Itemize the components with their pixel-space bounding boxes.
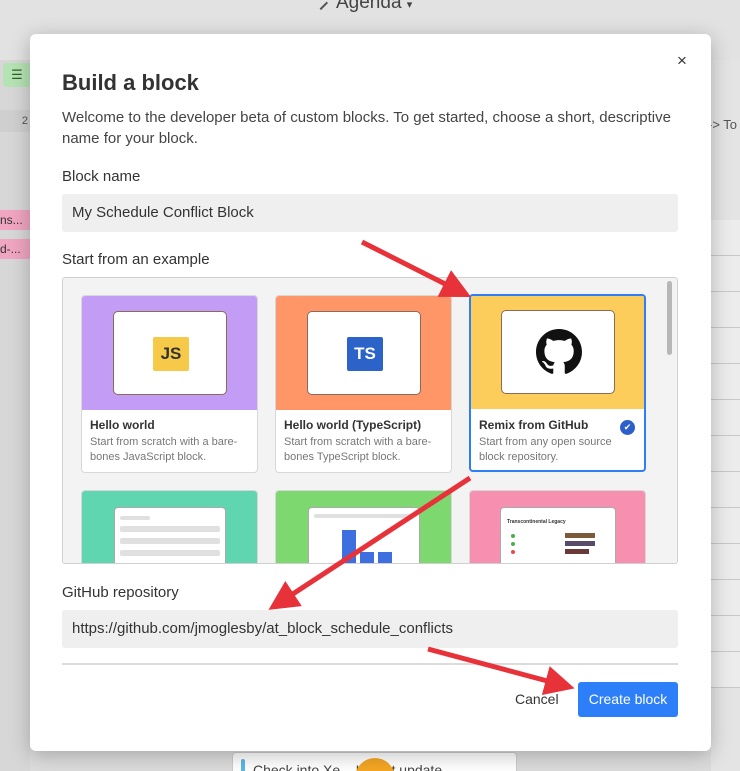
preview-image [565, 549, 589, 554]
example-gallery[interactable]: JS Hello world Start from scratch with a… [62, 277, 678, 564]
card-description: Start from scratch with a bare-bones Jav… [90, 436, 238, 463]
grid-cell [711, 544, 740, 580]
card-banner [471, 296, 644, 409]
card-description: Start from any open source block reposit… [479, 436, 612, 463]
chevron-down-icon: ▾ [406, 0, 413, 11]
preview-thumbnail [114, 507, 226, 563]
pencil-icon [313, 0, 329, 11]
record-pill[interactable]: d-... [0, 239, 30, 259]
grid-cell [711, 220, 740, 256]
checkmark-icon: ✔ [620, 420, 635, 435]
row-number: 2 [0, 110, 30, 132]
example-card-hello-world[interactable]: JS Hello world Start from scratch with a… [81, 295, 258, 473]
block-name-input[interactable]: My Schedule Conflict Block [62, 194, 678, 232]
chart-thumbnail [308, 507, 420, 563]
record-pill[interactable]: ns... [0, 210, 30, 230]
example-card-preview[interactable] [81, 490, 258, 563]
example-card-hello-world-typescript[interactable]: TS Hello world (TypeScript) Start from s… [275, 295, 452, 473]
card-title: Hello world [90, 418, 155, 432]
preview-line [120, 526, 220, 532]
preview-bar [378, 552, 392, 563]
typescript-icon: TS [347, 337, 383, 371]
table-thumbnail: Transcontinental Legacy [500, 507, 616, 563]
card-banner [276, 491, 451, 563]
block-name-label: Block name [62, 168, 141, 185]
grid-cell [711, 436, 740, 472]
divider [62, 663, 678, 665]
build-block-dialog: × Build a block Welcome to the developer… [30, 34, 711, 751]
app-title[interactable]: Agenda ▾ [313, 0, 413, 14]
status-dot [511, 550, 515, 554]
preview-line [120, 516, 150, 520]
preview-title: Transcontinental Legacy [507, 519, 566, 525]
grid-cell [711, 400, 740, 436]
preview-line [120, 538, 220, 544]
github-repository-label: GitHub repository [62, 584, 179, 601]
grid-cell [711, 364, 740, 400]
card-banner: Transcontinental Legacy [470, 491, 645, 563]
card-banner: JS [82, 296, 257, 410]
card-title: Remix from GitHub [479, 418, 589, 432]
card-title: Hello world (TypeScript) [284, 418, 422, 432]
card-tile: JS [113, 311, 227, 395]
github-repository-input[interactable]: https://github.com/jmoglesby/at_block_sc… [62, 610, 678, 648]
grid-cell [711, 292, 740, 328]
preview-image [565, 533, 595, 538]
preview-line [120, 550, 220, 556]
example-card-remix-from-github[interactable]: Remix from GitHub ✔ Start from any open … [469, 294, 646, 472]
status-dot [511, 542, 515, 546]
grid-cell [711, 256, 740, 292]
background-text: -> To [708, 117, 738, 132]
card-banner [82, 491, 257, 563]
example-card-preview[interactable]: Transcontinental Legacy [469, 490, 646, 563]
filter-icon[interactable]: ☰ [3, 63, 31, 87]
grid-cell [711, 472, 740, 508]
grid-cell [711, 616, 740, 652]
github-icon [536, 329, 582, 374]
grid-left-edge [0, 60, 30, 771]
grid-cell [711, 652, 740, 688]
card-tile [501, 310, 615, 394]
preview-line [314, 514, 414, 518]
card-color-bar [241, 759, 245, 771]
grid-cell [711, 328, 740, 364]
card-description: Start from scratch with a bare-bones Typ… [284, 436, 432, 463]
javascript-icon: JS [153, 337, 189, 371]
preview-bar [342, 530, 356, 563]
preview-bar [360, 552, 374, 563]
card-banner: TS [276, 296, 451, 410]
scrollbar[interactable] [667, 281, 672, 355]
close-icon[interactable]: × [672, 51, 692, 71]
dialog-title: Build a block [62, 70, 199, 95]
example-card-preview[interactable] [275, 490, 452, 563]
grid-cell [711, 580, 740, 616]
cancel-button[interactable]: Cancel [515, 691, 559, 707]
status-dot [511, 534, 515, 538]
grid-cell [711, 508, 740, 544]
dialog-description: Welcome to the developer beta of custom … [62, 109, 671, 147]
create-block-button[interactable]: Create block [578, 682, 678, 717]
card-tile: TS [307, 311, 421, 395]
examples-label: Start from an example [62, 251, 210, 268]
preview-image [565, 541, 595, 546]
